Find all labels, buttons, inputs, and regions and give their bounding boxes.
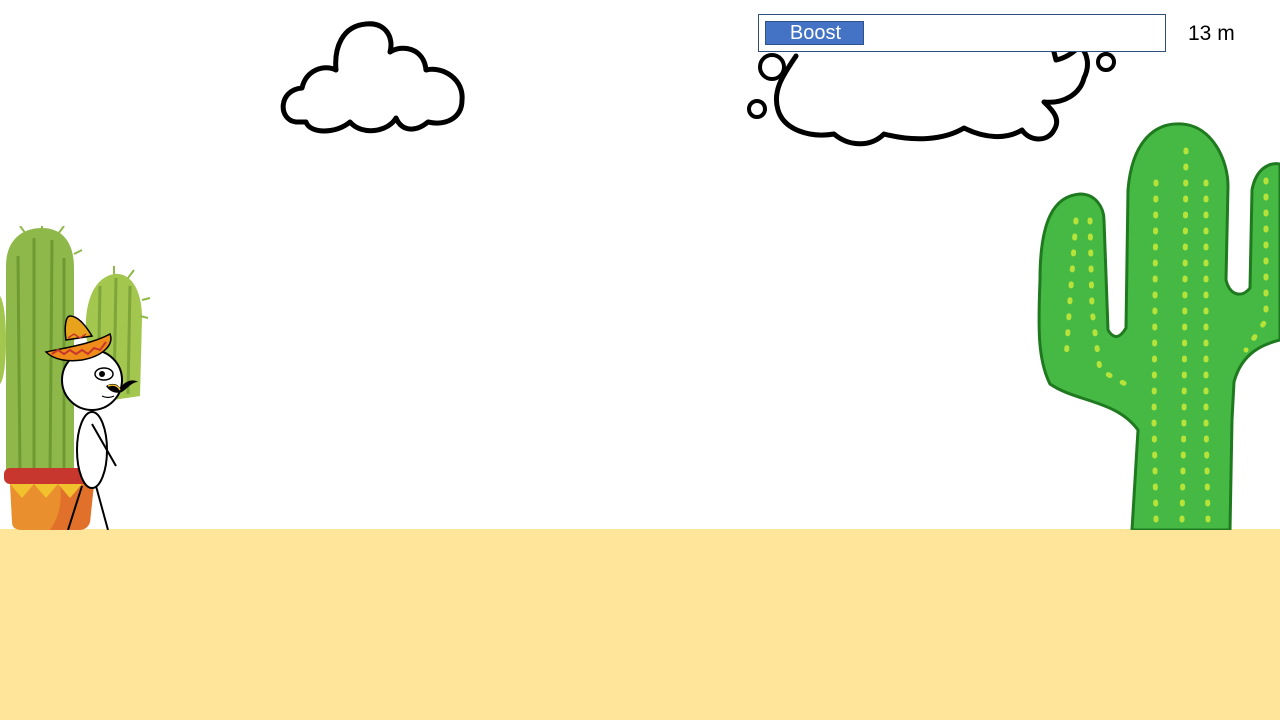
game-scene: Boost 13 m xyxy=(0,0,1280,720)
saguaro-cactus-icon xyxy=(1037,122,1280,530)
sombrero-stick-figure-player xyxy=(44,315,138,530)
distance-counter: 13 m xyxy=(1188,22,1235,45)
boost-button[interactable]: Boost xyxy=(758,14,1166,52)
sand-ground xyxy=(0,529,1280,720)
boost-label: Boost xyxy=(789,22,842,44)
cloud-icon xyxy=(280,21,465,134)
